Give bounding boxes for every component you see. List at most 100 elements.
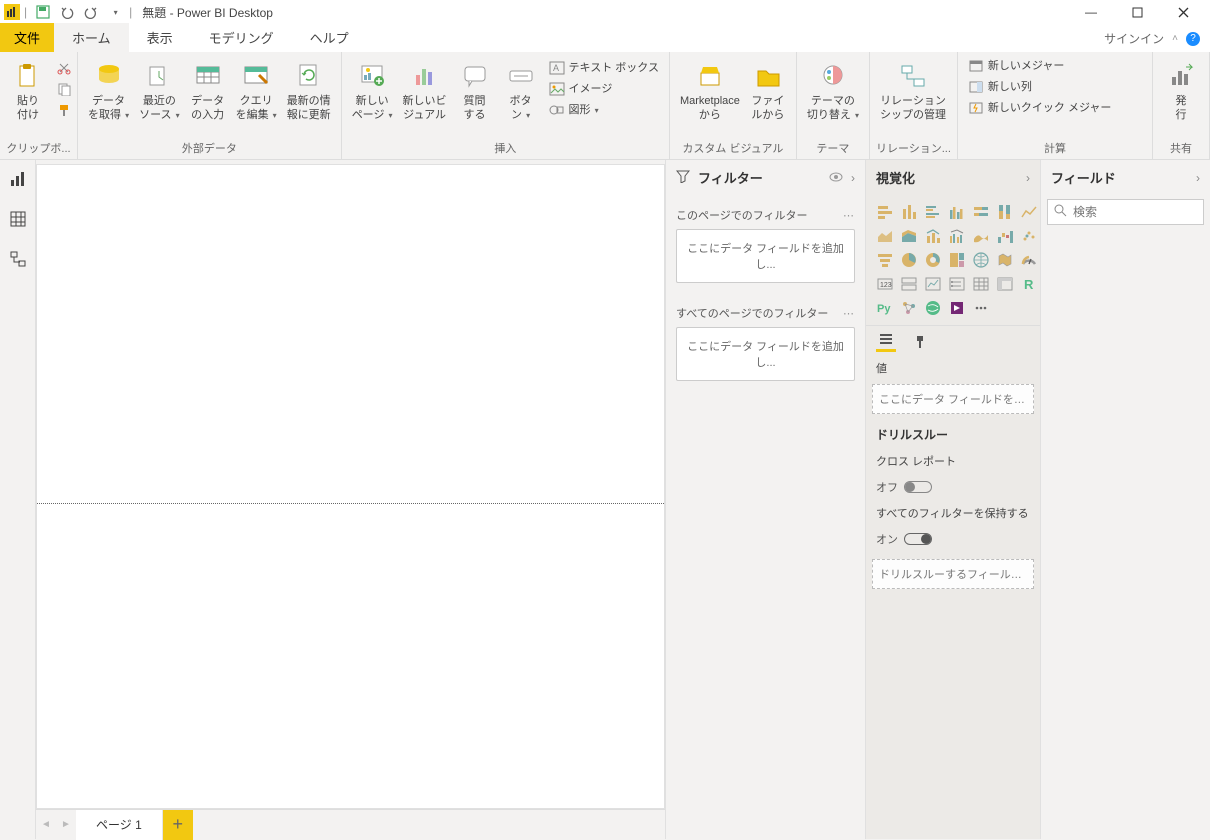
page-filter-drop[interactable]: ここにデータ フィールドを追加し... (676, 229, 855, 283)
viz-treemap-icon[interactable] (946, 249, 968, 271)
viz-clustered-bar-icon[interactable] (922, 201, 944, 223)
tab-modeling[interactable]: モデリング (191, 23, 292, 52)
new-page-button[interactable]: 新しい ページ ▾ (348, 56, 397, 127)
new-measure-button[interactable]: 新しいメジャー (964, 56, 1116, 76)
viz-multi-card-icon[interactable] (898, 273, 920, 295)
copy-button[interactable] (52, 79, 76, 99)
viz-line-icon[interactable] (1018, 201, 1040, 223)
maximize-button[interactable] (1114, 0, 1160, 24)
viz-100-stacked-bar-icon[interactable] (970, 201, 992, 223)
viz-donut-icon[interactable] (922, 249, 944, 271)
page-filters-label: このページでのフィルター (676, 207, 808, 223)
collapse-viz-icon[interactable]: › (1026, 171, 1030, 185)
viz-key-influencer-icon[interactable] (898, 297, 920, 319)
help-icon[interactable]: ? (1186, 32, 1200, 46)
data-view-button[interactable] (7, 208, 29, 230)
report-view-button[interactable] (7, 168, 29, 190)
fields-search[interactable] (1047, 199, 1204, 225)
add-page-button[interactable]: + (163, 810, 193, 840)
drillthrough-drop[interactable]: ドリルスルーするフィールドをここ... (872, 559, 1034, 589)
viz-arcgis-icon[interactable] (922, 297, 944, 319)
viz-scatter-icon[interactable] (1018, 225, 1040, 247)
visibility-icon[interactable] (829, 171, 843, 185)
button-button[interactable]: ボタ ン ▾ (499, 56, 543, 127)
ask-question-button[interactable]: 質問 する (453, 56, 497, 126)
new-visual-button[interactable]: 新しいビ ジュアル (399, 56, 451, 126)
from-file-button[interactable]: ファイ ルから (746, 56, 790, 126)
viz-stacked-column-icon[interactable] (898, 201, 920, 223)
viz-card-icon[interactable]: 123 (874, 273, 896, 295)
ribbon-collapse-icon[interactable]: ˄ (1172, 33, 1178, 44)
tab-home[interactable]: ホーム (54, 23, 129, 52)
minimize-button[interactable]: ― (1068, 0, 1114, 24)
page-next-button[interactable]: ► (56, 810, 76, 840)
publish-button[interactable]: 発 行 (1159, 56, 1203, 126)
new-column-button[interactable]: 新しい列 (964, 77, 1116, 97)
viz-line-clustered-column-icon[interactable] (946, 225, 968, 247)
viz-clustered-column-icon[interactable] (946, 201, 968, 223)
shapes-button[interactable]: 図形 ▾ (545, 100, 663, 120)
group-clipboard: クリップボ... (6, 138, 71, 159)
all-filter-menu[interactable]: ⋯ (843, 307, 855, 320)
viz-funnel-icon[interactable] (874, 249, 896, 271)
viz-filled-map-icon[interactable] (994, 249, 1016, 271)
keep-filters-toggle[interactable] (904, 533, 932, 545)
image-button[interactable]: イメージ (545, 79, 663, 99)
report-canvas[interactable] (36, 164, 665, 809)
viz-waterfall-icon[interactable] (994, 225, 1016, 247)
close-button[interactable] (1160, 0, 1206, 24)
collapse-filters-icon[interactable]: › (851, 171, 855, 185)
model-view-button[interactable] (7, 248, 29, 270)
values-drop[interactable]: ここにデータ フィールドを追加して... (872, 384, 1034, 414)
viz-more-icon[interactable] (970, 297, 992, 319)
new-quick-measure-button[interactable]: 新しいクイック メジャー (964, 98, 1116, 118)
qat-dropdown[interactable]: ▾ (105, 2, 125, 22)
viz-stacked-area-icon[interactable] (898, 225, 920, 247)
format-tab[interactable] (910, 332, 930, 352)
viz-area-icon[interactable] (874, 225, 896, 247)
undo-button[interactable] (57, 2, 77, 22)
refresh-button[interactable]: 最新の情 報に更新 (283, 56, 335, 126)
marketplace-button[interactable]: Marketplace から (676, 56, 744, 126)
viz-ribbon-icon[interactable] (970, 225, 992, 247)
viz-map-icon[interactable] (970, 249, 992, 271)
viz-powerapps-icon[interactable] (946, 297, 968, 319)
manage-relationships-button[interactable]: リレーション シップの管理 (876, 56, 950, 126)
paste-button[interactable]: 貼り 付け (6, 56, 50, 126)
viz-pie-icon[interactable] (898, 249, 920, 271)
viz-python-icon[interactable]: Py (874, 297, 896, 319)
viz-line-stacked-column-icon[interactable] (922, 225, 944, 247)
viz-matrix-icon[interactable] (994, 273, 1016, 295)
format-painter-button[interactable] (52, 100, 76, 120)
textbox-button[interactable]: Aテキスト ボックス (545, 58, 663, 78)
fields-tab[interactable] (876, 332, 896, 352)
viz-kpi-icon[interactable] (922, 273, 944, 295)
page-prev-button[interactable]: ◄ (36, 810, 56, 840)
viz-100-stacked-column-icon[interactable] (994, 201, 1016, 223)
viz-r-icon[interactable]: R (1018, 273, 1040, 295)
viz-table-icon[interactable] (970, 273, 992, 295)
viz-stacked-bar-icon[interactable] (874, 201, 896, 223)
all-filter-drop[interactable]: ここにデータ フィールドを追加し... (676, 327, 855, 381)
on-label: オン (876, 531, 898, 547)
save-button[interactable] (33, 2, 53, 22)
switch-theme-button[interactable]: テーマの 切り替え ▾ (803, 56, 863, 127)
cut-button[interactable] (52, 58, 76, 78)
signin-link[interactable]: サインイン (1104, 30, 1164, 47)
get-data-button[interactable]: データ を取得 ▾ (84, 56, 133, 127)
collapse-fields-icon[interactable]: › (1196, 171, 1200, 185)
cross-report-toggle[interactable] (904, 481, 932, 493)
page-tab-1[interactable]: ページ 1 (76, 810, 163, 840)
recent-sources-button[interactable]: 最近の ソース ▾ (135, 56, 184, 127)
svg-text:Py: Py (877, 303, 891, 315)
tab-view[interactable]: 表示 (129, 23, 191, 52)
redo-button[interactable] (81, 2, 101, 22)
edit-queries-button[interactable]: クエリ を編集 ▾ (232, 56, 281, 127)
viz-gauge-icon[interactable] (1018, 249, 1040, 271)
tab-file[interactable]: 文件 (0, 23, 54, 52)
enter-data-button[interactable]: データ の入力 (186, 56, 230, 126)
fields-search-input[interactable] (1073, 205, 1210, 219)
tab-help[interactable]: ヘルプ (292, 23, 367, 52)
viz-slicer-icon[interactable] (946, 273, 968, 295)
page-filter-menu[interactable]: ⋯ (843, 209, 855, 222)
